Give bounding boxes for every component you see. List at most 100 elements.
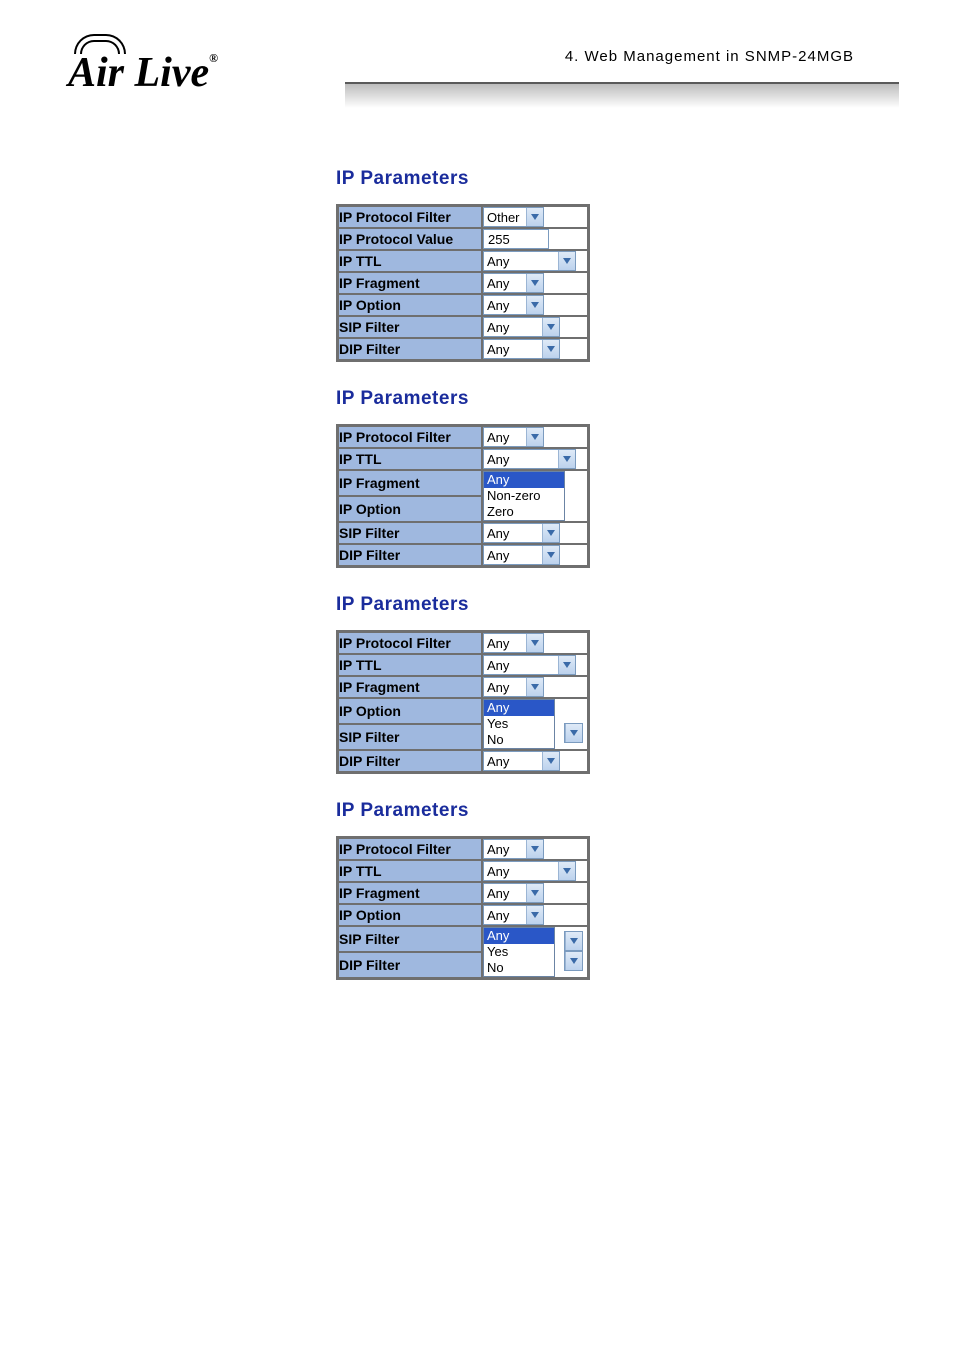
table-row: SIP FilterAnyYesNo xyxy=(338,926,588,952)
row-label: IP Protocol Filter xyxy=(338,838,482,860)
dropdown-value: Any xyxy=(484,678,526,696)
table-row: IP Protocol Value255 xyxy=(338,228,588,250)
row-label: IP Protocol Filter xyxy=(338,206,482,228)
section-title: IP Parameters xyxy=(336,594,896,616)
row-value: Any xyxy=(482,426,588,448)
dropdown-ip-option[interactable]: Any xyxy=(483,905,544,925)
dropdown-ip-fragment[interactable]: Any xyxy=(483,883,544,903)
dropdown-ip-protocol-filter[interactable]: Any xyxy=(483,633,544,653)
dropdown-option-selected[interactable]: Any xyxy=(484,928,554,944)
chevron-down-icon xyxy=(526,208,543,226)
dropdown-dip-filter[interactable]: Any xyxy=(483,751,560,771)
chevron-down-icon xyxy=(526,274,543,292)
table-row: SIP FilterAny xyxy=(338,316,588,338)
table-row: DIP FilterAny xyxy=(338,338,588,360)
header-divider xyxy=(345,82,899,108)
row-label: IP Protocol Filter xyxy=(338,426,482,448)
table-row: IP FragmentAny xyxy=(338,272,588,294)
dropdown-option[interactable]: Yes xyxy=(484,716,554,732)
dropdown-ip-protocol-filter[interactable]: Any xyxy=(483,839,544,859)
chevron-down-icon xyxy=(558,252,575,270)
chevron-down-icon xyxy=(542,752,559,770)
table-row: IP Protocol FilterAny xyxy=(338,838,588,860)
row-label: DIP Filter xyxy=(338,338,482,360)
chevron-down-icon xyxy=(558,862,575,880)
dropdown-open-ip-fragment[interactable]: AnyNon-zeroZero xyxy=(483,471,565,521)
dropdown-ip-ttl[interactable]: Any xyxy=(483,449,576,469)
chevron-down-icon xyxy=(526,428,543,446)
dropdown-option-selected[interactable]: Any xyxy=(484,700,554,716)
row-label: IP TTL xyxy=(338,250,482,272)
row-label: IP TTL xyxy=(338,654,482,676)
dropdown-sip-filter-collapsed[interactable] xyxy=(564,723,583,743)
row-label: SIP Filter xyxy=(338,522,482,544)
dropdown-ip-protocol-filter[interactable]: Other xyxy=(483,207,544,227)
dropdown-sip-filter[interactable]: Any xyxy=(483,523,560,543)
chevron-down-icon xyxy=(542,318,559,336)
row-value: Any xyxy=(482,860,588,882)
table-row: IP TTLAny xyxy=(338,448,588,470)
dropdown-open-sip-filter[interactable]: AnyYesNo xyxy=(483,927,555,977)
breadcrumb: 4. Web Management in SNMP-24MGB xyxy=(565,48,854,65)
row-value: Any xyxy=(482,448,588,470)
dropdown-option[interactable]: Yes xyxy=(484,944,554,960)
table-row: IP Protocol FilterAny xyxy=(338,632,588,654)
ip-parameters-table: IP Protocol FilterAnyIP TTLAnyIP Fragmen… xyxy=(336,630,590,774)
dropdown-option[interactable]: No xyxy=(484,732,554,748)
row-label: IP Fragment xyxy=(338,470,482,496)
table-row: IP TTLAny xyxy=(338,860,588,882)
row-label: IP Option xyxy=(338,904,482,926)
dropdown-dip-collapsed[interactable] xyxy=(564,951,583,971)
table-row: IP TTLAny xyxy=(338,654,588,676)
dropdown-ip-option[interactable]: Any xyxy=(483,295,544,315)
row-label: DIP Filter xyxy=(338,544,482,566)
dropdown-value: Any xyxy=(484,546,542,564)
row-value: Any xyxy=(482,904,588,926)
row-label: IP Option xyxy=(338,294,482,316)
row-value: Any xyxy=(482,316,588,338)
dropdown-ip-fragment[interactable]: Any xyxy=(483,273,544,293)
table-row: SIP FilterAny xyxy=(338,522,588,544)
row-value: Any xyxy=(482,294,588,316)
table-row: IP OptionAnyYesNo xyxy=(338,698,588,724)
dropdown-ip-protocol-filter[interactable]: Any xyxy=(483,427,544,447)
dropdown-option[interactable]: Non-zero xyxy=(484,488,564,504)
dropdown-value: Any xyxy=(484,318,542,336)
row-value: AnyNon-zeroZero xyxy=(482,470,588,522)
table-row: IP FragmentAny xyxy=(338,882,588,904)
row-label: DIP Filter xyxy=(338,952,482,978)
dropdown-open-ip-option[interactable]: AnyYesNo xyxy=(483,699,555,749)
table-row: IP OptionAny xyxy=(338,904,588,926)
dropdown-option[interactable]: No xyxy=(484,960,554,976)
dropdown-value: Any xyxy=(484,428,526,446)
chevron-down-icon xyxy=(542,340,559,358)
dropdown-ip-fragment[interactable]: Any xyxy=(483,677,544,697)
row-value: Any xyxy=(482,250,588,272)
row-value: Any xyxy=(482,654,588,676)
section-title: IP Parameters xyxy=(336,388,896,410)
dropdown-sip-collapsed[interactable] xyxy=(564,931,583,951)
row-label: IP Fragment xyxy=(338,882,482,904)
row-value: Any xyxy=(482,882,588,904)
chevron-down-icon xyxy=(565,952,582,970)
dropdown-ip-ttl[interactable]: Any xyxy=(483,251,576,271)
dropdown-value: Any xyxy=(484,884,526,902)
dropdown-value: Any xyxy=(484,656,558,674)
row-label: IP Fragment xyxy=(338,676,482,698)
dropdown-dip-filter[interactable]: Any xyxy=(483,339,560,359)
input-ip-protocol-value[interactable]: 255 xyxy=(483,229,549,249)
row-value: Any xyxy=(482,272,588,294)
chevron-down-icon xyxy=(558,656,575,674)
row-value: Any xyxy=(482,632,588,654)
dropdown-ip-ttl[interactable]: Any xyxy=(483,861,576,881)
dropdown-ip-ttl[interactable]: Any xyxy=(483,655,576,675)
section-title: IP Parameters xyxy=(336,800,896,822)
dropdown-sip-filter[interactable]: Any xyxy=(483,317,560,337)
row-label: SIP Filter xyxy=(338,316,482,338)
dropdown-option-selected[interactable]: Any xyxy=(484,472,564,488)
chevron-down-icon xyxy=(526,634,543,652)
dropdown-dip-filter[interactable]: Any xyxy=(483,545,560,565)
chevron-down-icon xyxy=(558,450,575,468)
chevron-down-icon xyxy=(526,906,543,924)
dropdown-option[interactable]: Zero xyxy=(484,504,564,520)
